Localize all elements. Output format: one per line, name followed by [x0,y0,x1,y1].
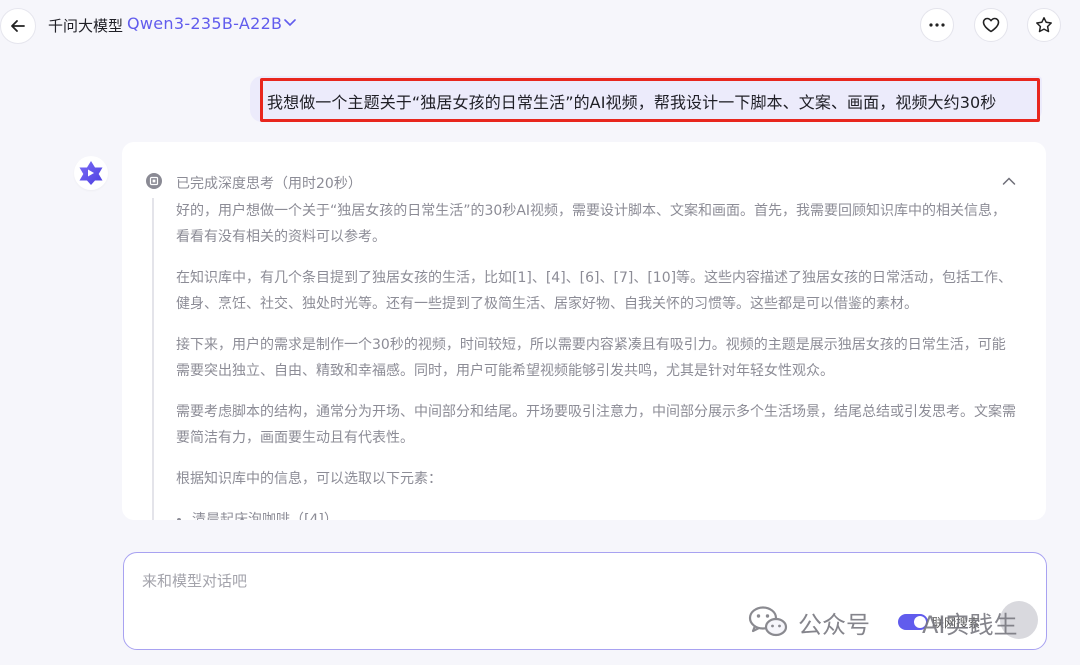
thinking-status[interactable]: 已完成深度思考（用时20秒） [176,173,362,193]
send-button[interactable] [1000,601,1038,639]
arrow-left-icon [11,20,25,32]
qwen-logo-icon [79,161,103,185]
chat-input-box: 联网搜索 [123,552,1047,650]
star-icon [1036,17,1052,33]
app-title: 千问大模型 [48,17,124,35]
user-message-text: 我想做一个主题关于“独居女孩的日常生活”的AI视频，帮我设计一下脚本、文案、画面… [267,93,997,112]
thinking-list: 清晨起床泡咖啡（[4]） [176,507,1018,520]
chat-input[interactable] [140,565,1024,597]
assistant-avatar [74,156,108,190]
more-icon [929,23,945,27]
chip-glyph [149,176,159,186]
chevron-up-icon[interactable] [1002,176,1016,186]
assistant-answer-card: 已完成深度思考（用时20秒） 好的，用户想做一个关于“独居女孩的日常生活”的30… [122,142,1046,520]
thinking-paragraph: 需要考虑脚本的结构，通常分为开场、中间部分和结尾。开场要吸引注意力，中间部分展示… [176,404,1016,446]
model-selector[interactable]: Qwen3-235B-A22B [127,14,282,33]
heart-icon [982,17,1000,33]
list-item: 清晨起床泡咖啡（[4]） [192,507,1018,520]
thinking-paragraph: 在知识库中，有几个条目提到了独居女孩的生活，比如[1]、[4]、[6]、[7]、… [176,270,1013,312]
thinking-paragraph: 根据知识库中的信息，可以选取以下元素： [176,471,442,487]
back-button[interactable] [0,8,36,44]
thinking-paragraph: 接下来，用户的需求是制作一个30秒的视频，时间较短，所以需要内容紧凑且有吸引力。… [176,337,1006,379]
star-button[interactable] [1027,8,1061,42]
more-button[interactable] [920,8,954,42]
top-bar: 千问大模型 Qwen3-235B-A22B [0,0,1080,52]
thinking-paragraph: 好的，用户想做一个关于“独居女孩的日常生活”的30秒AI视频，需要设计脚本、文案… [176,203,1007,245]
thinking-content: 好的，用户想做一个关于“独居女孩的日常生活”的30秒AI视频，需要设计脚本、文案… [152,198,1018,520]
chevron-down-icon[interactable] [284,18,296,28]
web-search-toggle[interactable] [898,614,928,630]
thinking-icon [146,173,162,189]
favorite-button[interactable] [974,8,1008,42]
web-search-label: 联网搜索 [932,616,981,630]
